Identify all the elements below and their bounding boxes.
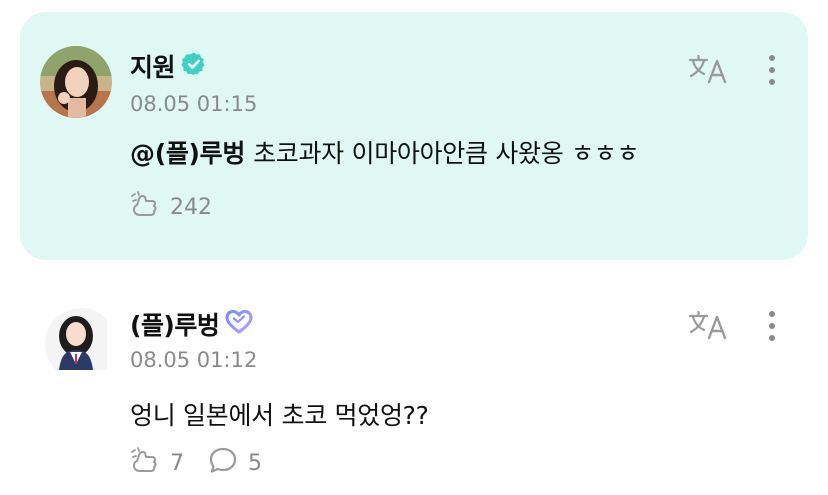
comment-timestamp: 08.05 01:12	[130, 348, 258, 372]
comment-stats: 7 5	[130, 446, 276, 480]
post-translate-button[interactable]	[686, 54, 730, 88]
comment-like-count: 7	[170, 450, 184, 476]
post-mention[interactable]: @(플)루벙	[130, 139, 245, 168]
reply-bubble-icon	[208, 446, 238, 480]
comment-more-button[interactable]	[758, 308, 786, 348]
post-author-row: 지원	[130, 50, 207, 82]
post-card: 지원 08.05 01:15 @(플)루벙 초코과자 이마아아안큼 사왔옹 ㅎㅎㅎ…	[20, 12, 808, 260]
more-vertical-icon	[768, 54, 776, 90]
comment-author-row: (플)루벙	[130, 308, 253, 340]
comment-author-avatar[interactable]	[45, 308, 117, 380]
comment-like-button[interactable]: 7	[130, 446, 184, 480]
like-icon	[130, 190, 160, 224]
comment-body: 엉니 일본에서 초코 먹었엉??	[130, 401, 429, 430]
comment-item: (플)루벙 08.05 01:12 엉니 일본에서 초코 먹었엉?? 7 5	[20, 288, 808, 488]
post-stats: 242	[130, 190, 226, 224]
comment-translate-button[interactable]	[686, 310, 730, 344]
post-timestamp: 08.05 01:15	[130, 92, 258, 116]
heart-badge-icon	[225, 309, 253, 339]
comment-author-name[interactable]: (플)루벙	[130, 306, 220, 342]
post-more-button[interactable]	[758, 52, 786, 92]
post-like-button[interactable]: 242	[130, 190, 212, 224]
more-vertical-icon	[768, 310, 776, 346]
like-icon	[130, 446, 160, 480]
post-text: 초코과자 이마아아안큼 사왔옹 ㅎㅎㅎ	[253, 139, 640, 168]
post-author-avatar[interactable]	[40, 46, 112, 118]
post-body: @(플)루벙 초코과자 이마아아안큼 사왔옹 ㅎㅎㅎ	[130, 134, 640, 170]
post-author-name[interactable]: 지원	[130, 48, 176, 84]
post-like-count: 242	[170, 194, 212, 220]
verified-badge-icon	[181, 51, 207, 81]
translate-icon	[687, 53, 729, 89]
comment-reply-count: 5	[248, 450, 262, 476]
translate-icon	[687, 309, 729, 345]
comment-reply-button[interactable]: 5	[208, 446, 262, 480]
